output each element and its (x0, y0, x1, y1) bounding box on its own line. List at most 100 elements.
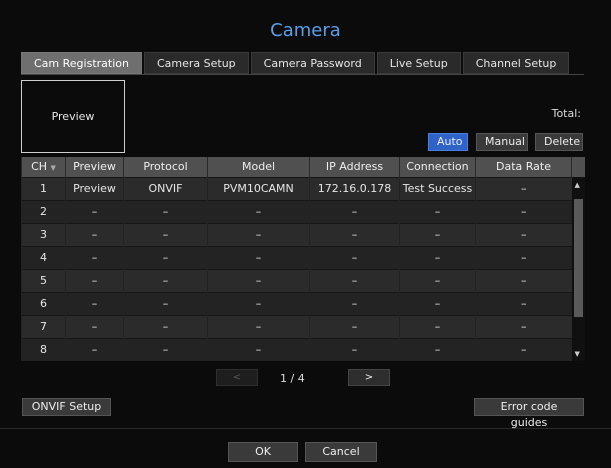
cell-preview: – (65, 268, 124, 292)
cell-ch: 2 (21, 199, 66, 223)
cell-ip-address: – (309, 268, 400, 292)
cell-data-rate: – (475, 337, 572, 361)
cell-data-rate: – (475, 291, 572, 315)
cell-data-rate: – (475, 314, 572, 338)
scroll-up-icon[interactable]: ▲ (575, 181, 580, 189)
onvif-setup-button[interactable]: ONVIF Setup (22, 398, 111, 416)
cell-protocol: – (123, 199, 208, 223)
page-title: Camera (270, 20, 341, 41)
cell-ch: 8 (21, 337, 66, 361)
cell-protocol: – (123, 314, 208, 338)
tab-camera-password[interactable]: Camera Password (250, 52, 375, 74)
cell-ip-address: 172.16.0.178 (309, 176, 400, 200)
preview-box-label: Preview (51, 110, 95, 123)
cell-model: – (207, 222, 310, 246)
manual-button[interactable]: Manual (476, 133, 528, 151)
tab-live-setup[interactable]: Live Setup (376, 52, 461, 74)
ok-button[interactable]: OK (228, 442, 298, 462)
total-label: Total: (551, 107, 581, 120)
cell-model: – (207, 268, 310, 292)
cell-preview: – (65, 199, 124, 223)
cell-protocol: – (123, 245, 208, 269)
cell-connection: Test Success (399, 176, 476, 200)
column-header-protocol: Protocol (123, 157, 208, 177)
cell-protocol: ONVIF (123, 176, 208, 200)
cell-ip-address: – (309, 199, 400, 223)
cell-ch: 4 (21, 245, 66, 269)
cell-data-rate: – (475, 199, 572, 223)
tab-cam-registration[interactable]: Cam Registration (21, 52, 142, 74)
cell-preview: – (65, 337, 124, 361)
tab-divider (21, 74, 584, 75)
preview-box: Preview (21, 80, 125, 153)
sort-down-icon: ▼ (50, 164, 56, 173)
camera-table: CH ▼ Preview Protocol Model IP Address C… (21, 157, 585, 361)
cell-data-rate: – (475, 268, 572, 292)
cell-connection: – (399, 245, 476, 269)
footer-divider (0, 428, 611, 429)
header-scroll-spacer (571, 157, 585, 177)
column-header-model: Model (207, 157, 310, 177)
cell-data-rate: – (475, 222, 572, 246)
cell-ch: 7 (21, 314, 66, 338)
cell-protocol: – (123, 291, 208, 315)
cell-ip-address: – (309, 291, 400, 315)
scroll-down-icon[interactable]: ▼ (575, 350, 580, 358)
cell-model: PVM10CAMN (207, 176, 310, 200)
cell-ch: 1 (21, 176, 66, 200)
cell-connection: – (399, 337, 476, 361)
scrollbar-thumb[interactable] (573, 199, 583, 317)
table-row[interactable]: 3 – – – – – – (21, 222, 585, 246)
cell-protocol: – (123, 268, 208, 292)
column-header-connection: Connection (399, 157, 476, 177)
delete-button[interactable]: Delete (535, 133, 583, 151)
table-row[interactable]: 4 – – – – – – (21, 245, 585, 269)
column-header-preview: Preview (65, 157, 124, 177)
cancel-button[interactable]: Cancel (305, 442, 377, 462)
cell-data-rate: – (475, 176, 572, 200)
table-header-row: CH ▼ Preview Protocol Model IP Address C… (21, 157, 585, 177)
cell-protocol: – (123, 222, 208, 246)
tab-camera-setup[interactable]: Camera Setup (143, 52, 249, 74)
tab-bar: Cam Registration Camera Setup Camera Pas… (21, 52, 570, 74)
cell-connection: – (399, 222, 476, 246)
cell-connection: – (399, 268, 476, 292)
table-row[interactable]: 5 – – – – – – (21, 268, 585, 292)
table-row[interactable]: 6 – – – – – – (21, 291, 585, 315)
cell-protocol: – (123, 337, 208, 361)
cell-connection: – (399, 314, 476, 338)
cell-preview: – (65, 245, 124, 269)
table-row[interactable]: 8 – – – – – – (21, 337, 585, 361)
cell-ip-address: – (309, 245, 400, 269)
cell-model: – (207, 291, 310, 315)
cell-model: – (207, 314, 310, 338)
page-indicator: 1 / 4 (280, 372, 305, 385)
column-header-ip-address: IP Address (309, 157, 400, 177)
cell-ch: 6 (21, 291, 66, 315)
error-code-guides-button[interactable]: Error code guides (474, 398, 584, 429)
auto-button[interactable]: Auto (428, 133, 468, 151)
cell-preview[interactable]: Preview (65, 176, 124, 200)
cell-ch: 5 (21, 268, 66, 292)
cell-preview: – (65, 291, 124, 315)
column-header-ch[interactable]: CH ▼ (21, 157, 66, 177)
prev-page-button[interactable]: < (216, 369, 258, 386)
next-page-button[interactable]: > (348, 369, 390, 386)
cell-ip-address: – (309, 337, 400, 361)
cell-preview: – (65, 222, 124, 246)
cell-preview: – (65, 314, 124, 338)
table-row[interactable]: 7 – – – – – – (21, 314, 585, 338)
column-header-data-rate: Data Rate (475, 157, 572, 177)
cell-ip-address: – (309, 314, 400, 338)
cell-model: – (207, 337, 310, 361)
cell-ip-address: – (309, 222, 400, 246)
tab-channel-setup[interactable]: Channel Setup (462, 52, 570, 74)
cell-model: – (207, 245, 310, 269)
cell-connection: – (399, 291, 476, 315)
cell-ch: 3 (21, 222, 66, 246)
vertical-scrollbar[interactable]: ▲ ▼ (571, 177, 585, 361)
cell-data-rate: – (475, 245, 572, 269)
cell-connection: – (399, 199, 476, 223)
table-row[interactable]: 2 – – – – – – (21, 199, 585, 223)
table-row[interactable]: 1 Preview ONVIF PVM10CAMN 172.16.0.178 T… (21, 176, 585, 361)
